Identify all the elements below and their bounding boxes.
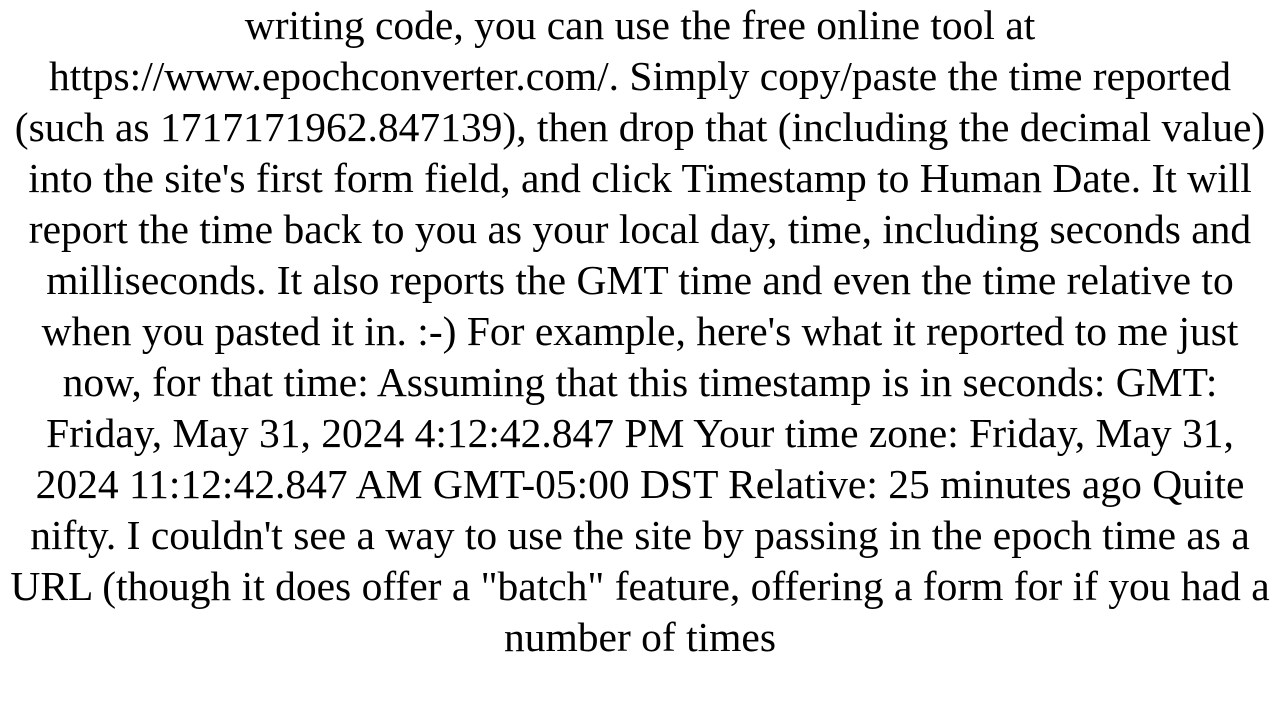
document-page: writing code, you can use the free onlin… <box>0 0 1280 720</box>
body-text: writing code, you can use the free onlin… <box>10 2 1269 660</box>
